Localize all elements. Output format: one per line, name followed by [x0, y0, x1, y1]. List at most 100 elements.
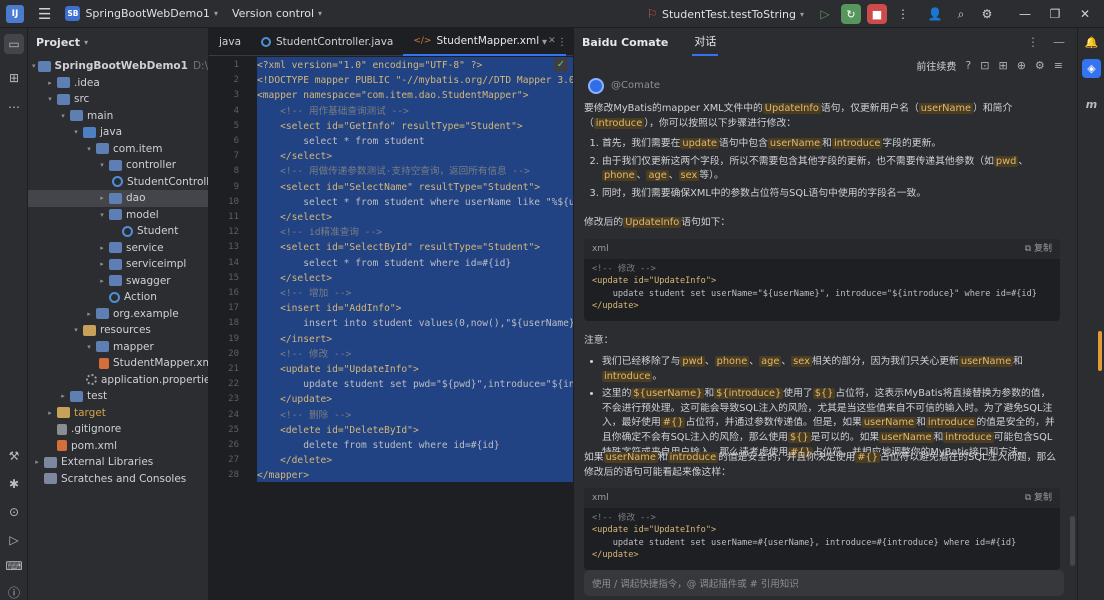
- chat-scrollbar[interactable]: [1070, 516, 1075, 566]
- tree-item[interactable]: .gitignore: [28, 421, 208, 438]
- more-options-icon[interactable]: ⋮: [1027, 35, 1039, 49]
- new-chat-icon[interactable]: ⊕: [1017, 59, 1026, 72]
- close-window-icon[interactable]: ✕: [1072, 7, 1098, 21]
- comate-plugin-icon[interactable]: ◈: [1082, 59, 1101, 78]
- tree-item[interactable]: ▾ model: [28, 207, 208, 224]
- expand-chevron-icon[interactable]: ▾: [45, 95, 55, 103]
- editor-more-icon[interactable]: ⋮: [557, 37, 567, 48]
- run-configuration[interactable]: StudentTest.testToString: [662, 8, 796, 21]
- tree-item[interactable]: ▾ controller: [28, 157, 208, 174]
- tree-item[interactable]: ▸ service: [28, 240, 208, 257]
- tree-item[interactable]: ▾ main: [28, 108, 208, 125]
- tree-item[interactable]: ▾ SpringBootWebDemo1 D:\save\st: [28, 58, 208, 75]
- tree-item[interactable]: StudentMapper.xml: [28, 355, 208, 372]
- expand-chevron-icon[interactable]: ▸: [97, 277, 107, 285]
- stop-button[interactable]: ■: [867, 4, 887, 24]
- menu-icon[interactable]: ≡: [1054, 59, 1063, 72]
- version-control-menu[interactable]: Version control: [232, 7, 314, 20]
- restore-window-icon[interactable]: ❐: [1042, 7, 1068, 21]
- chevron-down-icon[interactable]: ▾: [318, 9, 322, 18]
- project-folder-icon[interactable]: ▭: [4, 34, 24, 54]
- tree-item[interactable]: ▸ serviceimpl: [28, 256, 208, 273]
- code-line: </select>: [257, 272, 333, 284]
- code-area[interactable]: <?xml version="1.0" encoding="UTF-8" ?> <…: [257, 56, 573, 600]
- expand-chevron-icon[interactable]: ▸: [97, 194, 107, 202]
- debug-bug-icon[interactable]: ✱: [4, 474, 24, 494]
- add-user-icon[interactable]: 👤: [922, 7, 948, 21]
- expand-chevron-icon[interactable]: ▾: [71, 128, 81, 136]
- tree-item[interactable]: StudentController: [28, 174, 208, 191]
- tab-list-chevron-icon[interactable]: ▾: [542, 37, 547, 48]
- services-icon[interactable]: ⊙: [4, 502, 24, 522]
- expand-chevron-icon[interactable]: ▸: [84, 310, 94, 318]
- tree-item-label: test: [87, 390, 108, 403]
- editor-tab[interactable]: StudentController.java: [251, 28, 403, 56]
- expand-chevron-icon[interactable]: ▾: [71, 326, 81, 334]
- project-badge[interactable]: SB: [65, 6, 81, 21]
- tree-item[interactable]: ▸ .idea: [28, 75, 208, 92]
- tree-item[interactable]: application.properties: [28, 372, 208, 389]
- more-actions-icon[interactable]: ⋮: [890, 7, 916, 21]
- tree-item[interactable]: ▾ com.item: [28, 141, 208, 158]
- project-panel-header[interactable]: Project ▾: [28, 28, 208, 56]
- notifications-bell-icon[interactable]: 🔔: [1082, 33, 1101, 52]
- project-name[interactable]: SpringBootWebDemo1: [85, 7, 209, 20]
- settings-gear-icon[interactable]: ⚙: [974, 7, 1000, 21]
- renew-link[interactable]: 前往续费: [916, 58, 956, 73]
- build-hammer-icon[interactable]: ⚒: [4, 446, 24, 466]
- terminal-icon[interactable]: ⌨: [4, 556, 24, 576]
- tree-item[interactable]: pom.xml: [28, 438, 208, 455]
- copy-button[interactable]: ⧉ 复制: [1025, 491, 1052, 506]
- copy-button[interactable]: ⧉ 复制: [1025, 242, 1052, 257]
- run-coverage-icon[interactable]: ▷: [812, 7, 838, 21]
- expand-chevron-icon[interactable]: ▾: [84, 145, 94, 153]
- expand-chevron-icon[interactable]: ▸: [97, 244, 107, 252]
- inspection-ok-icon[interactable]: ✓: [554, 58, 568, 72]
- tree-item[interactable]: Action: [28, 289, 208, 306]
- expand-chevron-icon[interactable]: ▾: [32, 62, 36, 70]
- tree-item[interactable]: Student: [28, 223, 208, 240]
- chevron-down-icon[interactable]: ▾: [214, 9, 218, 18]
- tree-item[interactable]: ▸ test: [28, 388, 208, 405]
- settings-icon[interactable]: ⚙: [1035, 59, 1045, 72]
- expand-chevron-icon[interactable]: ▾: [58, 112, 68, 120]
- chevron-down-icon[interactable]: ▾: [800, 10, 804, 19]
- tree-item[interactable]: ▾ java: [28, 124, 208, 141]
- expand-chevron-icon[interactable]: ▾: [84, 343, 94, 351]
- expand-chevron-icon[interactable]: ▸: [45, 79, 55, 87]
- expand-chevron-icon[interactable]: ▸: [32, 458, 42, 466]
- help-icon[interactable]: ?: [965, 59, 971, 72]
- run-icon[interactable]: ▷: [4, 530, 24, 550]
- expand-chevron-icon[interactable]: ▾: [97, 161, 107, 169]
- expand-chevron-icon[interactable]: ▸: [97, 260, 107, 268]
- comate-panel: Baidu Comate 对话 ⋮ — 前往续费 ? ⊡ ⊞ ⊕ ⚙ ≡ @Co…: [573, 28, 1077, 600]
- expand-chevron-icon[interactable]: ▾: [97, 211, 107, 219]
- layout-icon[interactable]: ⊞: [998, 59, 1007, 72]
- tree-item[interactable]: ▾ mapper: [28, 339, 208, 356]
- tree-item[interactable]: Scratches and Consoles: [28, 471, 208, 488]
- problems-icon[interactable]: ⓘ: [4, 582, 24, 600]
- tab-chat[interactable]: 对话: [692, 28, 719, 56]
- tree-item[interactable]: ▾ src: [28, 91, 208, 108]
- expand-chevron-icon[interactable]: ▸: [45, 409, 55, 417]
- structure-icon[interactable]: ⊞: [4, 68, 24, 88]
- history-icon[interactable]: ⊡: [980, 59, 989, 72]
- chat-input[interactable]: 使用 / 调起快捷指令，@ 调起插件或 # 引用知识: [584, 570, 1064, 596]
- main-menu-icon[interactable]: ☰: [38, 5, 51, 23]
- tree-item[interactable]: ▾ resources: [28, 322, 208, 339]
- tree-item[interactable]: ▸ target: [28, 405, 208, 422]
- tree-item[interactable]: ▸ dao: [28, 190, 208, 207]
- minimize-window-icon[interactable]: —: [1012, 7, 1038, 21]
- more-tools-icon[interactable]: …: [4, 94, 24, 114]
- intellij-logo-icon[interactable]: IJ: [6, 4, 24, 23]
- rerun-button[interactable]: ↻: [841, 4, 861, 24]
- hide-panel-icon[interactable]: —: [1053, 35, 1065, 49]
- editor-tab[interactable]: java: [209, 28, 251, 56]
- tree-item[interactable]: ▸ org.example: [28, 306, 208, 323]
- chevron-down-icon[interactable]: ▾: [84, 38, 88, 47]
- tree-item[interactable]: ▸ swagger: [28, 273, 208, 290]
- expand-chevron-icon[interactable]: ▸: [58, 392, 68, 400]
- search-icon[interactable]: ⌕: [948, 7, 974, 22]
- maven-icon[interactable]: m: [1082, 95, 1101, 114]
- tree-item[interactable]: ▸ External Libraries: [28, 454, 208, 471]
